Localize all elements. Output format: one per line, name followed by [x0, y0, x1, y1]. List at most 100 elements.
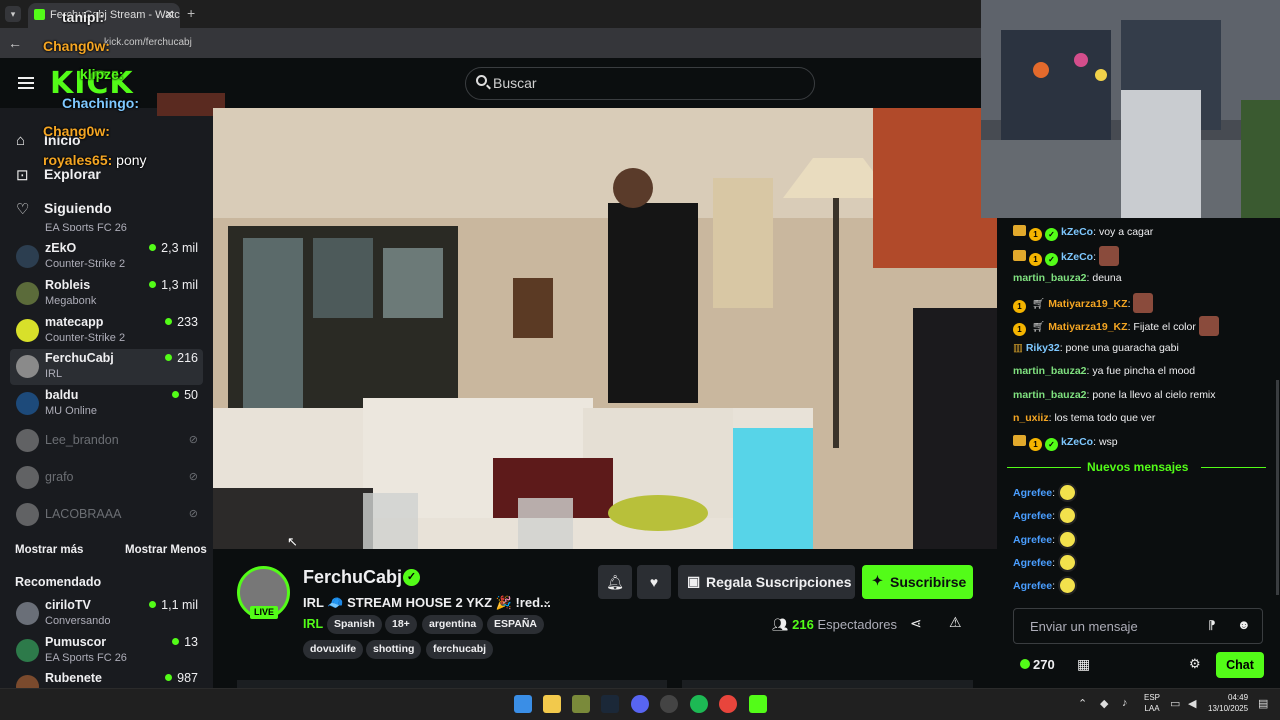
smiley-emote-icon	[1057, 530, 1077, 549]
viewer-count: 1,3 mil	[149, 278, 198, 292]
nav-label: Explorar	[44, 166, 101, 182]
tag[interactable]: dovuxlife	[303, 640, 364, 659]
sidebar: ⌂ Inicio ⊡ Explorar ♡ Siguiendo EA Sport…	[0, 108, 213, 688]
windows-start-icon[interactable]	[514, 695, 532, 713]
browser-tab[interactable]: FerchuCabj Stream - Watch Live ✕	[28, 3, 180, 28]
share-icon[interactable]: ⋖	[910, 615, 922, 632]
store-icon[interactable]: ▦	[1077, 656, 1090, 673]
tag[interactable]: shotting	[366, 640, 422, 659]
cart-badge-icon: 🛒︎	[1031, 321, 1046, 333]
viewer-count: 233	[165, 315, 198, 329]
show-less-button[interactable]: Mostrar Menos	[125, 544, 207, 556]
recommended-channel-pumuscor[interactable]: Pumuscor EA Sports FC 26 13	[10, 633, 203, 669]
cart-badge-icon: 🛒︎	[1031, 298, 1046, 310]
discord-icon[interactable]	[631, 695, 649, 713]
close-tab-icon[interactable]: ✕	[165, 8, 174, 21]
gift-subscriptions-button[interactable]: ▣ Regala Suscripciones	[678, 565, 855, 599]
notification-icon[interactable]: ▤	[1258, 697, 1268, 710]
microphone-icon[interactable]: ♪	[1122, 697, 1128, 709]
steam-icon[interactable]	[601, 695, 619, 713]
recommended-channel-rubenete[interactable]: Rubenete 987	[10, 669, 203, 688]
kick-app-icon[interactable]	[749, 695, 767, 713]
back-arrow-icon[interactable]: ←	[8, 35, 22, 51]
channel-name-title[interactable]: FerchuCabj	[303, 567, 402, 588]
language-indicator[interactable]: ESP LAA	[1144, 692, 1160, 714]
new-tab-button[interactable]: +	[187, 5, 195, 21]
offline-channel-grafo[interactable]: grafo ⊘	[10, 460, 203, 496]
avatar	[16, 602, 39, 625]
tray-app-icon[interactable]: ◆	[1100, 697, 1108, 710]
chat-input[interactable]	[1030, 618, 1200, 634]
offline-channel-lee-brandon[interactable]: Lee_brandon ⊘	[10, 423, 203, 459]
channel-game: EA Sports FC 26	[45, 652, 127, 664]
channel-points[interactable]: 270	[1020, 657, 1055, 672]
channel-name: grafo	[45, 470, 74, 484]
emote-icon	[1133, 293, 1154, 313]
channel-game: Counter-Strike 2	[45, 258, 126, 270]
avatar	[16, 429, 39, 452]
chat-message: martin_bauza2: pone la llevo al cielo re…	[1013, 389, 1216, 401]
category-link[interactable]: IRL	[303, 617, 323, 631]
subscribe-button[interactable]: ✦ Suscribirse	[862, 565, 973, 599]
overlay-chat-user: tanipl:	[62, 9, 104, 25]
tab-search-button[interactable]: ▾	[5, 6, 21, 22]
search-input[interactable]	[493, 74, 793, 92]
overlay-chat-user: Chachingo:	[62, 95, 139, 111]
emoji-icon[interactable]: ☻	[1237, 617, 1251, 632]
send-chat-button[interactable]: Chat	[1216, 652, 1264, 678]
recommended-channel-cirilotv[interactable]: ciriloTV Conversando 1,1 mil	[10, 596, 203, 632]
following-channel-matecapp[interactable]: matecapp Counter-Strike 2 233	[10, 313, 203, 349]
chat-message: ▥ Riky32: pone una guaracha gabi	[1013, 342, 1179, 354]
following-channel-zeko[interactable]: zEkO Counter-Strike 2 2,3 mil	[10, 239, 203, 275]
app-icon[interactable]	[660, 695, 678, 713]
network-icon[interactable]: ▭	[1170, 697, 1180, 710]
following-channel-robleis[interactable]: Robleis Megabonk 1,3 mil	[10, 276, 203, 312]
verified-badge-icon: ✓	[1045, 228, 1058, 241]
smiley-emote-icon	[1057, 483, 1077, 502]
mouse-cursor-icon: ↖	[287, 534, 298, 549]
avatar	[16, 355, 39, 378]
viewer-count: 216	[165, 351, 198, 365]
heart-icon: ♡	[16, 201, 30, 218]
show-more-button[interactable]: Mostrar más	[15, 544, 83, 556]
offline-channel-lacobraaa[interactable]: LACOBRAAA ⊘	[10, 497, 203, 533]
chevron-up-icon[interactable]: ⌃	[1078, 697, 1087, 710]
following-channel-ferchucabj[interactable]: FerchuCabj IRL 216	[10, 349, 203, 385]
webcam-overlay	[981, 0, 1280, 218]
app-icon[interactable]	[572, 695, 590, 713]
stream-video-frame	[213, 108, 997, 549]
following-channel-baldu[interactable]: baldu MU Online 50	[10, 386, 203, 422]
follow-heart-button[interactable]: ♥	[637, 565, 671, 599]
overlay-chat-user: royales65: pony	[43, 152, 147, 168]
chat-scrollbar[interactable]	[1276, 380, 1279, 595]
verified-icon: ✓	[403, 569, 420, 586]
chevron-down-icon[interactable]: ⌄	[542, 593, 552, 607]
nav-siguiendo[interactable]: ♡ Siguiendo	[0, 193, 213, 223]
gear-icon[interactable]: ⚙	[1189, 656, 1201, 672]
channel-name: FerchuCabj	[45, 351, 114, 365]
url-text[interactable]: kick.com/ferchucabj	[104, 37, 192, 48]
avatar	[16, 319, 39, 342]
spotify-icon[interactable]	[690, 695, 708, 713]
clock[interactable]: 04:49 13/10/2025	[1208, 692, 1248, 714]
file-explorer-icon[interactable]	[543, 695, 561, 713]
tag[interactable]: 18+	[385, 615, 417, 634]
video-player[interactable]	[213, 108, 997, 549]
viewer-count: 2,3 mil	[149, 241, 198, 255]
hamburger-menu-icon[interactable]	[18, 77, 34, 89]
tag[interactable]: ferchucabj	[426, 640, 494, 659]
kick-favicon-icon	[34, 9, 45, 20]
volume-icon[interactable]: ◀	[1188, 697, 1196, 710]
crown-badge-icon	[1013, 225, 1026, 236]
viewer-count: 987	[165, 671, 198, 685]
translate-icon[interactable]: ⁋	[1208, 618, 1216, 632]
gift-badge-icon: ▥	[1013, 342, 1023, 354]
tag[interactable]: Spanish	[327, 615, 382, 634]
tag[interactable]: ESPAÑA	[487, 615, 544, 634]
tag[interactable]: argentina	[422, 615, 484, 634]
chrome-icon[interactable]	[719, 695, 737, 713]
channel-name: Rubenete	[45, 671, 102, 685]
report-icon[interactable]: ⚠	[949, 614, 962, 631]
notification-bell-button[interactable]: 🔔︎	[598, 565, 632, 599]
viewers-count: 👥︎ 216 Espectadores	[772, 617, 897, 632]
